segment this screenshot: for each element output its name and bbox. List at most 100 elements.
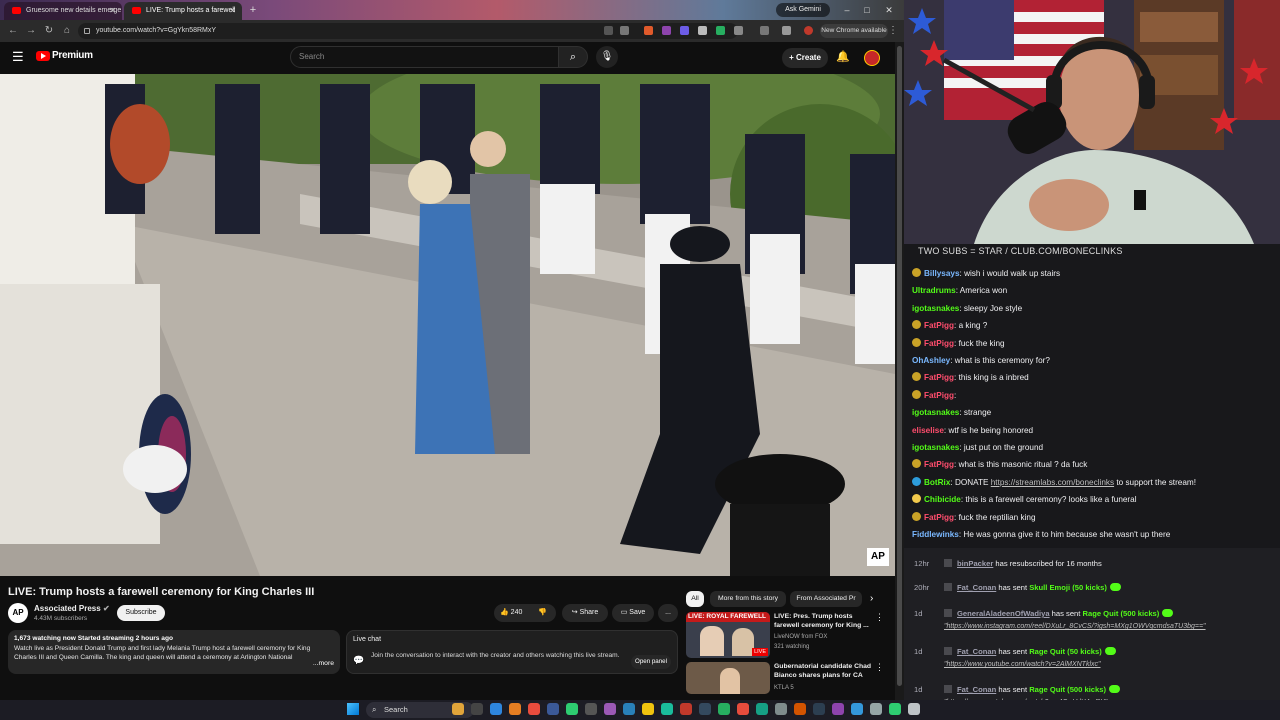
chat-username[interactable]: igotasnakes [912,443,959,452]
maximize-icon[interactable]: □ [858,2,876,18]
event-username[interactable]: Fat_Conan [957,685,996,694]
taskbar-app-icon[interactable] [775,703,787,715]
taskbar-app-icon[interactable] [509,703,521,715]
taskbar-app-icon[interactable] [699,703,711,715]
taskbar-app-icon[interactable] [794,703,806,715]
event-username[interactable]: Fat_Conan [957,583,996,592]
taskbar-app-icon[interactable] [737,703,749,715]
taskbar-app-icon[interactable] [718,703,730,715]
home-icon[interactable]: ⌂ [60,24,74,38]
tab-inactive[interactable]: Gruesome new details emerge ✕ [4,2,122,20]
taskbar-app-icon[interactable] [908,703,920,715]
extension-icon[interactable] [644,26,653,35]
site-info-icon[interactable] [84,28,90,34]
taskbar-app-icon[interactable] [756,703,768,715]
taskbar-app-icon[interactable] [870,703,882,715]
like-button[interactable]: 👍 240 [500,609,522,616]
chat-link[interactable]: https://streamlabs.com/boneclinks [991,478,1114,487]
close-tab-icon[interactable]: ✕ [229,2,236,20]
chip-all[interactable]: All [686,591,704,607]
show-more-link[interactable]: ...more [309,658,334,668]
kebab-menu-icon[interactable]: ⋮ [886,24,900,38]
taskbar-app-icon[interactable] [813,703,825,715]
chat-username[interactable]: BotRix [924,478,950,487]
open-panel-button[interactable]: Open panel [631,655,671,669]
chat-username[interactable]: FatPigg [924,460,954,469]
account-avatar[interactable] [864,50,880,66]
channel-name[interactable]: Associated Press ✔ [34,604,110,613]
search-icon[interactable]: ⌕ [558,46,588,68]
chat-username[interactable]: igotasnakes [912,408,959,417]
chat-username[interactable]: FatPigg [924,321,954,330]
save-button[interactable]: ▭ Save [612,604,654,622]
download-icon[interactable] [782,26,791,35]
taskbar-app-icon[interactable] [566,703,578,715]
extension-icon[interactable] [662,26,671,35]
taskbar-app-icon[interactable] [832,703,844,715]
chip-more-from-story[interactable]: More from this story [710,591,786,607]
back-icon[interactable]: ← [6,24,20,38]
bookmark-star-icon[interactable] [620,26,629,35]
new-tab-button[interactable]: + [246,3,260,17]
share-button[interactable]: ↪ Share [562,604,608,622]
chat-username[interactable]: FatPigg [924,391,954,400]
taskbar-app-icon[interactable] [623,703,635,715]
windows-start-icon[interactable] [347,703,359,715]
extension-icon[interactable] [698,26,707,35]
chat-username[interactable]: Fiddlewinks [912,530,959,539]
chat-username[interactable]: FatPigg [924,513,954,522]
description-box[interactable]: 1,673 watching now Started streaming 2 h… [8,630,340,674]
ask-gemini-button[interactable]: Ask Gemini [776,3,830,17]
forward-icon[interactable]: → [24,24,38,38]
hamburger-menu-icon[interactable]: ☰ [12,50,26,63]
recommended-video[interactable]: LIVE: ROYAL FAREWELL LIVE LIVE: Pres. Tr… [686,612,886,658]
chat-username[interactable]: eliselise [912,426,944,435]
chip-from-channel[interactable]: From Associated Pr [790,591,862,607]
event-username[interactable]: binPacker [957,559,993,568]
chat-username[interactable]: FatPigg [924,373,954,382]
taskbar-app-icon[interactable] [851,703,863,715]
chat-username[interactable]: Chibicide [924,495,961,504]
extension-icon[interactable] [716,26,725,35]
youtube-premium-wordmark[interactable]: Premium [52,50,93,61]
chat-username[interactable]: Billysays [924,269,960,278]
youtube-logo-icon[interactable] [36,51,50,61]
taskbar-app-icon[interactable] [604,703,616,715]
event-link[interactable]: "https://www.youtube.com/watch?v=2AlMXNT… [944,659,1101,670]
chevron-right-icon[interactable]: › [870,593,873,604]
url-field[interactable]: youtube.com/watch?v=GgYkn58RMxY [78,23,738,39]
chat-username[interactable]: OhAshley [912,356,950,365]
dislike-button[interactable]: 👎 [538,604,547,622]
taskbar-app-icon[interactable] [490,703,502,715]
new-chrome-available-button[interactable]: New Chrome available [820,24,888,38]
recommended-video[interactable]: Gubernatorial candidate Chad Bianco shar… [686,662,886,694]
taskbar-app-icon[interactable] [642,703,654,715]
taskbar-app-icon[interactable] [471,703,483,715]
extension-icon[interactable] [680,26,689,35]
taskbar-app-icon[interactable] [528,703,540,715]
microphone-icon[interactable]: 🎙 [596,46,618,68]
close-tab-icon[interactable]: ✕ [109,2,116,20]
taskbar-app-icon[interactable] [452,703,464,715]
taskbar-app-icon[interactable] [661,703,673,715]
search-input[interactable]: Search [290,46,560,68]
tab-active[interactable]: LIVE: Trump hosts a farewell ✕ [124,2,242,20]
minimize-icon[interactable]: – [838,2,856,18]
more-options-icon[interactable]: ⋮ [875,612,884,623]
chat-username[interactable]: igotasnakes [912,304,959,313]
split-view-icon[interactable] [760,26,769,35]
channel-avatar[interactable]: AP [8,603,28,623]
taskbar-app-icon[interactable] [585,703,597,715]
chat-username[interactable]: Ultradrums [912,286,956,295]
reload-icon[interactable]: ↻ [42,24,56,38]
video-player[interactable]: AP [0,74,895,576]
scrollbar-thumb[interactable] [897,46,902,686]
close-window-icon[interactable]: ✕ [880,2,898,18]
taskbar-app-icon[interactable] [547,703,559,715]
subscribe-button[interactable]: Subscribe [117,605,165,621]
event-link[interactable]: "https://www.instagram.com/reel/DXuLr_8C… [944,621,1206,632]
event-username[interactable]: Fat_Conan [957,647,996,656]
taskbar-app-icon[interactable] [889,703,901,715]
taskbar-app-icon[interactable] [680,703,692,715]
cast-icon[interactable] [604,26,613,35]
